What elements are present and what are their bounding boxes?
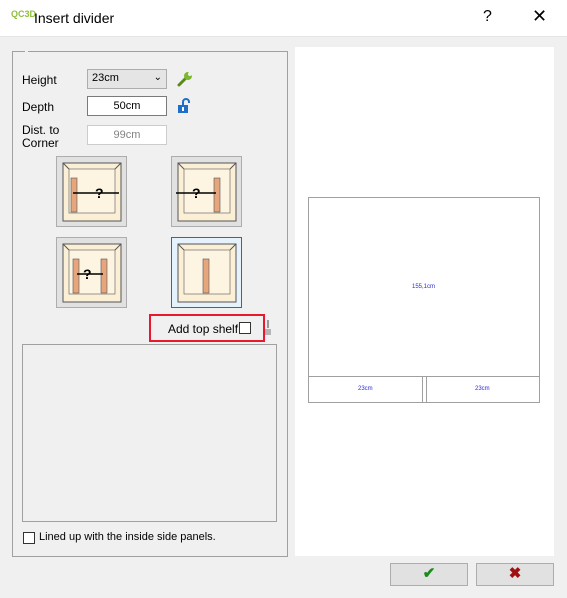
cancel-button[interactable]: ✖ (476, 563, 554, 586)
preview-bottom-row: 23cm 23cm (308, 376, 540, 403)
add-top-shelf-label: Add top shelf (168, 322, 239, 336)
brush-icon (265, 320, 271, 335)
ok-button[interactable]: ✔ (390, 563, 468, 586)
lined-up-checkbox[interactable] (23, 532, 35, 544)
preview-left-dimension: 23cm (358, 386, 373, 392)
app-logo-icon: QC3D (11, 10, 36, 26)
depth-label: Depth (22, 100, 55, 114)
divider-option-two-measure[interactable]: ? (56, 237, 127, 308)
svg-text:?: ? (192, 185, 201, 201)
group-title-gap (25, 51, 28, 52)
details-area (22, 344, 277, 522)
divider-option-right-measure[interactable]: ? (171, 156, 242, 227)
height-select[interactable]: 23cm ⌄ (87, 69, 167, 89)
depth-input[interactable]: 50cm (87, 96, 167, 116)
title-bar: QC3D Insert divider ? ✕ (0, 0, 567, 37)
app-logo-text: QC3D (11, 9, 37, 19)
unlock-icon[interactable] (176, 97, 192, 115)
add-top-shelf-checkbox[interactable] (239, 322, 251, 334)
check-icon: ✔ (422, 565, 436, 582)
preview-cabinet: 155,1cm (308, 197, 540, 377)
divider-center-icon (177, 243, 237, 303)
divider-left-icon: ? (62, 162, 122, 222)
preview-divider (422, 377, 427, 402)
divider-right-icon: ? (176, 162, 237, 222)
cross-icon: ✖ (508, 565, 522, 582)
wrench-icon[interactable] (176, 70, 194, 88)
dist-to-corner-input: 99cm (87, 125, 167, 145)
preview-right-dimension: 23cm (475, 386, 490, 392)
svg-text:?: ? (83, 266, 92, 282)
dist-label-line-2: Corner (22, 136, 59, 150)
height-select-value: 23cm (92, 72, 119, 84)
height-label: Height (22, 73, 57, 87)
lined-up-label: Lined up with the inside side panels. (39, 531, 216, 543)
close-button[interactable]: ✕ (532, 6, 547, 27)
divider-two-icon: ? (62, 243, 122, 303)
window-title: Insert divider (34, 10, 115, 26)
preview-top-dimension: 155,1cm (412, 284, 436, 290)
divider-option-left-measure[interactable]: ? (56, 156, 127, 227)
dist-to-corner-label: Dist. to Corner (22, 124, 59, 150)
chevron-down-icon: ⌄ (153, 72, 162, 83)
divider-option-center[interactable] (171, 237, 242, 308)
help-button[interactable]: ? (483, 8, 492, 26)
svg-text:?: ? (95, 185, 104, 201)
